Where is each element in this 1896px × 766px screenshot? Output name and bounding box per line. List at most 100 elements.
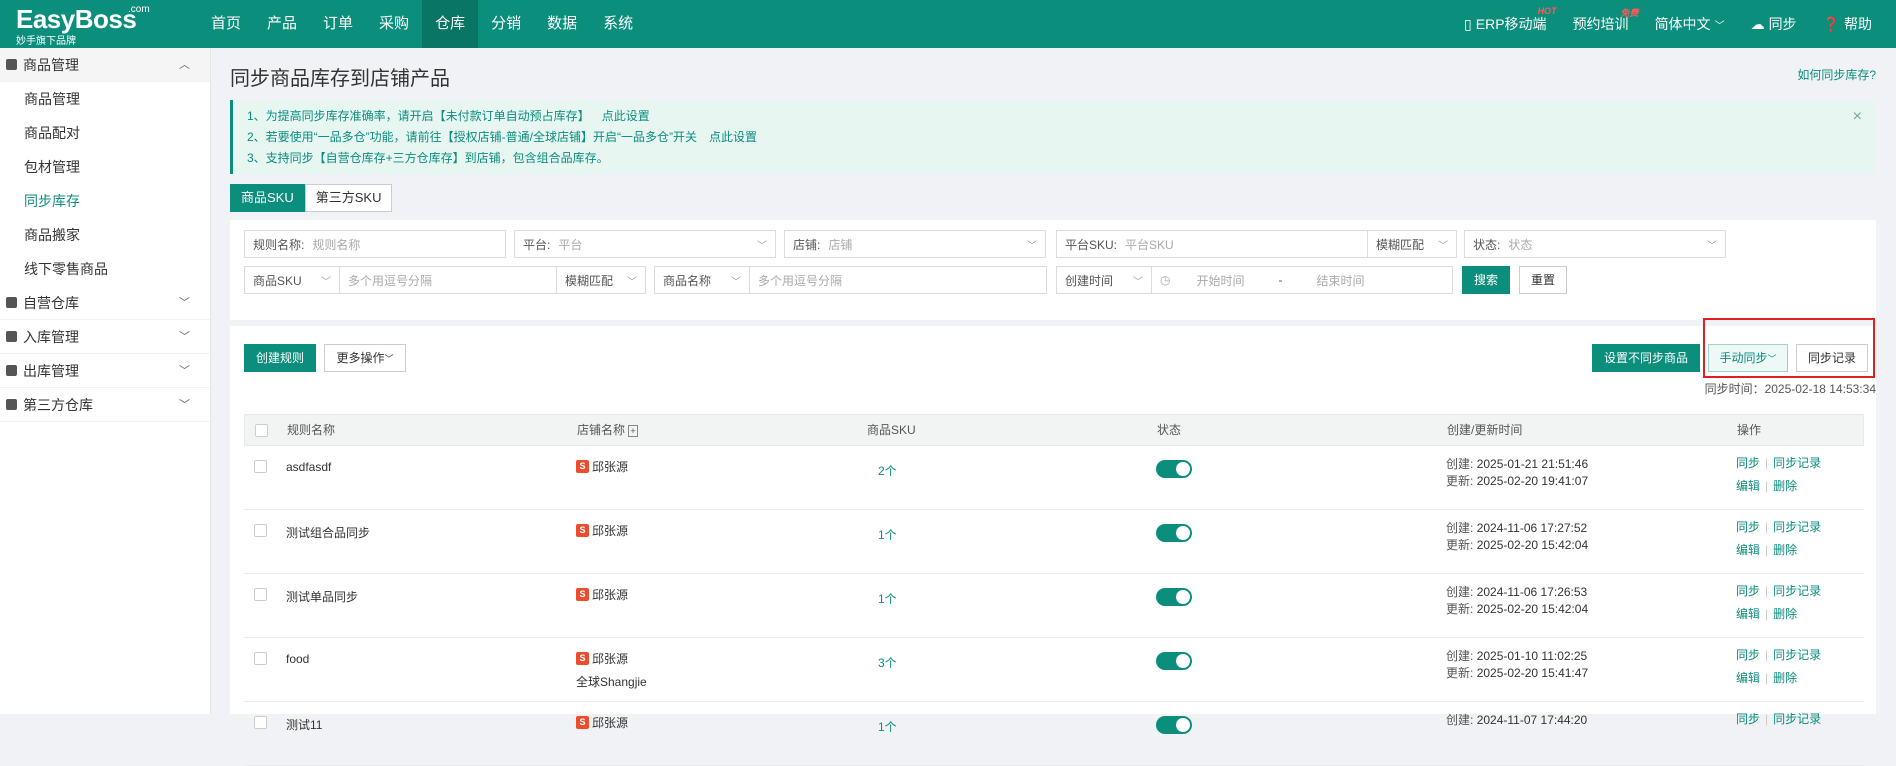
close-icon[interactable]: × [1853,108,1862,126]
sync-action[interactable]: 同步 [1736,520,1760,534]
warehouse-icon [6,297,17,308]
row-checkbox[interactable] [254,588,267,601]
row-checkbox[interactable] [254,716,267,729]
created-time: 2025-01-10 11:02:25 [1476,649,1588,663]
name-field-select[interactable]: 商品名称 ﹀ [654,266,750,294]
shop-select[interactable]: 店铺: 店铺 ﹀ [784,230,1046,258]
sync-log-action[interactable]: 同步记录 [1773,456,1821,470]
sync-action[interactable]: 同步 [1736,456,1760,470]
name-field-label: 商品名称 [663,273,712,288]
shop-cell: S 邱张源 [576,458,628,475]
nav-order[interactable]: 订单 [310,0,366,48]
chevron-down-icon: ﹀ [731,276,741,288]
delete-action[interactable]: 删除 [1773,479,1797,493]
select-all-checkbox[interactable] [255,424,268,437]
time-field-select[interactable]: 创建时间 ﹀ [1056,266,1152,294]
status-toggle[interactable] [1156,460,1192,478]
platform-sku-match-select[interactable]: 模糊匹配 ﹀ [1367,230,1457,258]
sidebar-item-product-manage[interactable]: 商品管理 [0,82,210,116]
nav-home[interactable]: 首页 [198,0,254,48]
notice-setting-link-1[interactable]: 点此设置 [602,109,650,123]
edit-action[interactable]: 编辑 [1736,479,1760,493]
help-link-top[interactable]: ❓ 帮助 [1823,14,1872,34]
more-actions-button[interactable]: 更多操作﹀ [324,344,406,372]
sidebar-group-outbound[interactable]: 出库管理 ﹀ [0,354,210,388]
end-time-placeholder[interactable]: 结束时间 [1290,272,1390,289]
sidebar-item-product-pair[interactable]: 商品配对 [0,116,210,150]
notice-setting-link-2[interactable]: 点此设置 [709,130,757,144]
row-checkbox[interactable] [254,652,267,665]
sku-field-select[interactable]: 商品SKU ﹀ [244,266,340,294]
sku-count-link[interactable]: 1个 [878,526,897,543]
sidebar-item-offline-retail[interactable]: 线下零售商品 [0,252,210,286]
tab-product-sku[interactable]: 商品SKU [230,184,305,212]
training-link[interactable]: 预约培训 免费 [1573,8,1639,34]
sync-log-action[interactable]: 同步记录 [1773,712,1821,726]
sidebar-group-inbound[interactable]: 入库管理 ﹀ [0,320,210,354]
delete-action[interactable]: 删除 [1773,607,1797,621]
row-checkbox[interactable] [254,524,267,537]
sku-count-link[interactable]: 2个 [878,462,897,479]
sidebar-group-own-warehouse[interactable]: 自营仓库 ﹀ [0,286,210,320]
nav-distribution[interactable]: 分销 [478,0,534,48]
nav-purchase[interactable]: 采购 [366,0,422,48]
sku-count-link[interactable]: 1个 [878,718,897,735]
brand-logo[interactable]: EasyBoss .com 妙手旗下品牌 [16,4,196,47]
sku-count-link[interactable]: 3个 [878,654,897,671]
status-toggle[interactable] [1156,652,1192,670]
sidebar-item-packaging[interactable]: 包材管理 [0,150,210,184]
table-row: food S 邱张源 全球Shangjie 3个 创建: 2025-01-10 1… [244,638,1864,702]
expand-icon[interactable]: + [628,425,638,437]
sync-action[interactable]: 同步 [1736,584,1760,598]
platform-sku-input[interactable]: 平台SKU: 平台SKU [1056,230,1368,258]
erp-mobile-link[interactable]: ▯ ERP移动端 HOT [1464,6,1557,34]
sync-log-action[interactable]: 同步记录 [1773,584,1821,598]
nav-product[interactable]: 产品 [254,0,310,48]
sidebar-group-product[interactable]: 商品管理 ︿ [0,48,210,82]
set-no-sync-button[interactable]: 设置不同步商品 [1592,344,1700,372]
sync-log-action[interactable]: 同步记录 [1773,520,1821,534]
platform-select[interactable]: 平台: 平台 ﹀ [514,230,776,258]
delete-action[interactable]: 删除 [1773,543,1797,557]
sync-action[interactable]: 同步 [1736,648,1760,662]
reset-button[interactable]: 重置 [1519,266,1567,294]
highlight-box [1703,318,1875,378]
tab-third-party-sku[interactable]: 第三方SKU [304,184,393,212]
status-toggle[interactable] [1156,588,1192,606]
search-button[interactable]: 搜索 [1462,266,1510,294]
sidebar-group-third-party[interactable]: 第三方仓库 ﹀ [0,388,210,422]
delete-action[interactable]: 删除 [1773,671,1797,685]
chevron-down-icon: ﹀ [757,240,767,252]
header-actions: 操作 [1737,423,1762,437]
sku-count-link[interactable]: 1个 [878,590,897,607]
rule-name: food [286,652,310,666]
nav-system[interactable]: 系统 [590,0,646,48]
shopee-icon: S [576,652,589,665]
time-cell: 创建: 2024-11-06 17:26:53 更新: 2025-02-20 1… [1446,584,1588,618]
row-checkbox[interactable] [254,460,267,473]
status-toggle[interactable] [1156,716,1192,734]
sync-log-action[interactable]: 同步记录 [1773,648,1821,662]
edit-action[interactable]: 编辑 [1736,671,1760,685]
actions-cell: 同步 | 同步记录 编辑 | 删除 [1736,584,1822,621]
sku-input[interactable]: 多个用逗号分隔 [339,266,557,294]
status-toggle[interactable] [1156,524,1192,542]
status-select[interactable]: 状态: 状态 ﹀ [1464,230,1726,258]
language-select[interactable]: 简体中文 ﹀ [1655,14,1725,34]
start-time-placeholder[interactable]: 开始时间 [1170,272,1270,289]
sidebar-item-product-move[interactable]: 商品搬家 [0,218,210,252]
sync-link[interactable]: ☁ 同步 [1751,14,1797,34]
create-rule-button[interactable]: 创建规则 [244,344,316,372]
nav-data[interactable]: 数据 [534,0,590,48]
edit-action[interactable]: 编辑 [1736,543,1760,557]
date-range-picker[interactable]: ◷ 开始时间 - 结束时间 [1151,266,1453,294]
edit-action[interactable]: 编辑 [1736,607,1760,621]
how-to-sync-link[interactable]: 如何同步库存? [1797,66,1876,83]
filter-panel: 规则名称: 规则名称 平台: 平台 ﹀ 店铺: 店铺 ﹀ 平台SKU: 平台SK… [230,220,1876,320]
sku-match-select[interactable]: 模糊匹配 ﹀ [556,266,646,294]
sidebar-item-sync-stock[interactable]: 同步库存 [0,184,210,218]
sync-action[interactable]: 同步 [1736,712,1760,726]
name-input[interactable]: 多个用逗号分隔 [749,266,1047,294]
rule-name-input[interactable]: 规则名称: 规则名称 [244,230,506,258]
nav-warehouse[interactable]: 仓库 [422,0,479,48]
